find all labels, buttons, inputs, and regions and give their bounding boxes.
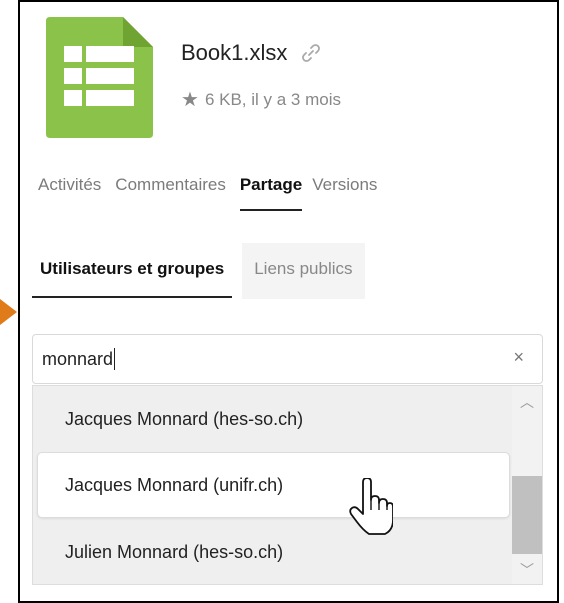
subtab-public-links[interactable]: Liens publics — [242, 243, 365, 299]
text-caret — [114, 348, 116, 370]
file-name: Book1.xlsx — [181, 40, 288, 65]
autocomplete-results: Jacques Monnard (hes-so.ch) Jacques Monn… — [32, 385, 543, 585]
link-icon[interactable] — [301, 43, 321, 63]
scrollbar-thumb[interactable] — [512, 476, 542, 554]
result-item[interactable]: Jacques Monnard (hes-so.ch) — [33, 386, 513, 452]
chevron-up-icon[interactable]: ︿ — [520, 392, 534, 412]
subtab-bar: Utilisateurs et groupes Liens publics — [32, 243, 365, 299]
share-search-input[interactable]: monnard × — [32, 334, 543, 384]
file-meta: ★ 6 KB, il y a 3 mois — [181, 90, 341, 110]
tab-partage[interactable]: Partage — [239, 175, 303, 211]
tab-versions[interactable]: Versions — [312, 175, 377, 211]
tab-activites[interactable]: Activités — [38, 175, 101, 211]
spreadsheet-icon — [46, 17, 153, 138]
result-label: Jacques Monnard (unifr.ch) — [65, 474, 284, 495]
hand-cursor-icon — [349, 478, 393, 535]
search-value: monnard — [42, 348, 114, 369]
result-label: Jacques Monnard (hes-so.ch) — [65, 408, 304, 429]
result-item[interactable]: Julien Monnard (hes-so.ch) — [33, 519, 513, 584]
clear-icon[interactable]: × — [513, 347, 524, 368]
result-label: Julien Monnard (hes-so.ch) — [65, 541, 284, 562]
chevron-down-icon[interactable]: ﹀ — [520, 560, 534, 580]
tab-commentaires[interactable]: Commentaires — [115, 175, 226, 211]
scrollbar[interactable]: ︿ ﹀ — [512, 386, 542, 584]
subtab-users-groups[interactable]: Utilisateurs et groupes — [32, 243, 233, 298]
star-icon[interactable]: ★ — [181, 90, 199, 110]
tab-bar: Activités Commentaires Partage Versions — [38, 175, 391, 211]
pointer-arrow — [0, 299, 17, 325]
file-title: Book1.xlsx — [181, 40, 321, 66]
result-item-hovered[interactable]: Jacques Monnard (unifr.ch) — [37, 452, 510, 518]
file-meta-text: 6 KB, il y a 3 mois — [204, 90, 341, 109]
